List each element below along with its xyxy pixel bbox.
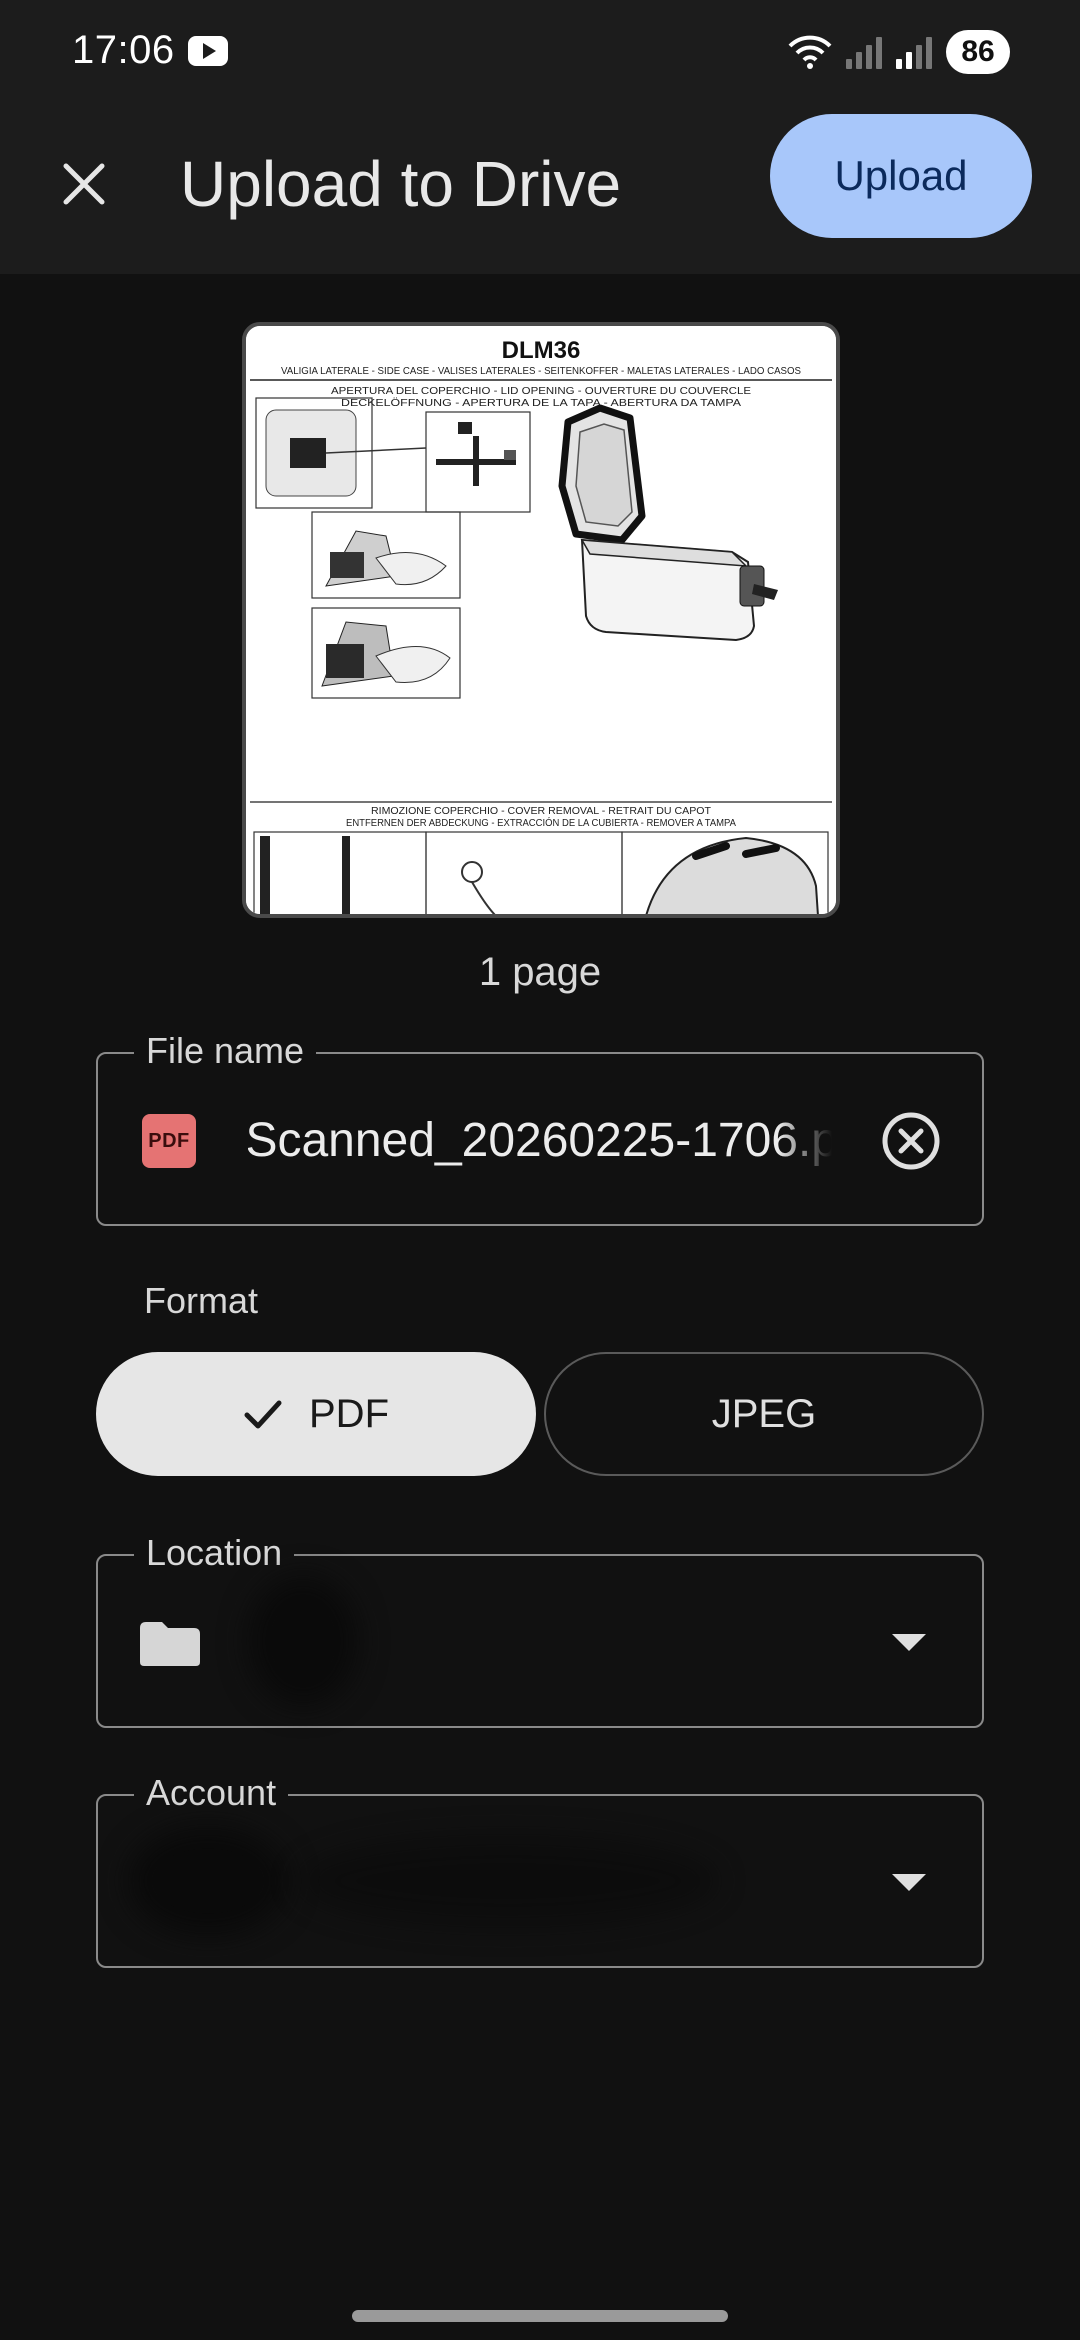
file-name-fade: [778, 1104, 838, 1178]
doc-section1-line1: APERTURA DEL COPERCHIO - LID OPENING - O…: [331, 386, 751, 397]
account-avatar-redacted: [128, 1826, 288, 1936]
account-field[interactable]: Account: [96, 1768, 984, 1968]
upload-button[interactable]: Upload: [770, 114, 1032, 238]
document-preview-image: DLM36 VALIGIA LATERALE - SIDE CASE - VAL…: [246, 326, 836, 914]
signal-roaming-icon: [896, 35, 932, 69]
home-gesture-bar[interactable]: [352, 2310, 728, 2322]
youtube-icon: [188, 36, 228, 66]
account-label: Account: [134, 1768, 289, 1818]
folder-icon: [140, 1622, 200, 1666]
doc-section1-line2: DECKELÖFFNUNG - APERTURA DE LA TAPA - AB…: [341, 397, 741, 409]
status-time: 17:06: [72, 28, 175, 72]
account-name-redacted: [298, 1836, 718, 1926]
format-label: Format: [144, 1280, 259, 1321]
doc-subtitle: VALIGIA LATERALE - SIDE CASE - VALISES L…: [281, 366, 801, 377]
doc-section2-line1: RIMOZIONE COPERCHIO - COVER REMOVAL - RE…: [371, 806, 711, 817]
format-option-jpeg-label: JPEG: [711, 1391, 817, 1436]
account-dropdown-arrow-icon[interactable]: [892, 1874, 926, 1891]
check-icon: [244, 1400, 282, 1429]
wifi-icon: [788, 35, 832, 69]
location-field[interactable]: Location: [96, 1528, 984, 1728]
app-bar: Upload to Drive Upload: [0, 100, 1080, 274]
document-preview[interactable]: DLM36 VALIGIA LATERALE - SIDE CASE - VAL…: [242, 322, 840, 918]
doc-title: DLM36: [502, 337, 581, 364]
pdf-icon: PDF: [142, 1114, 196, 1168]
page-title: Upload to Drive: [180, 148, 622, 220]
format-option-pdf[interactable]: PDF: [96, 1352, 536, 1476]
close-icon: [63, 163, 105, 205]
clear-file-name-button[interactable]: [876, 1106, 946, 1176]
battery-icon: 86: [946, 30, 1010, 74]
doc-section2-line2: ENTFERNEN DER ABDECKUNG - EXTRACCIÓN DE …: [346, 816, 736, 829]
signal-icon: [846, 35, 882, 69]
format-option-pdf-label: PDF: [309, 1391, 389, 1436]
file-name-label: File name: [134, 1026, 317, 1076]
location-redacted: [248, 1576, 358, 1706]
location-label: Location: [134, 1528, 295, 1578]
close-button[interactable]: [44, 144, 124, 224]
file-name-input[interactable]: Scanned_20260225-1706.p: [248, 1104, 838, 1178]
clear-icon: [882, 1112, 940, 1170]
page-count: 1 page: [478, 950, 602, 994]
status-icons: 86: [788, 30, 1010, 74]
format-option-jpeg[interactable]: JPEG: [544, 1352, 984, 1476]
location-dropdown-arrow-icon[interactable]: [892, 1634, 926, 1651]
status-bar: 17:06 86: [0, 0, 1080, 100]
file-name-field[interactable]: File name PDF Scanned_20260225-1706.p: [96, 1026, 984, 1226]
file-name-value: Scanned_20260225-1706.p: [248, 1114, 838, 1167]
